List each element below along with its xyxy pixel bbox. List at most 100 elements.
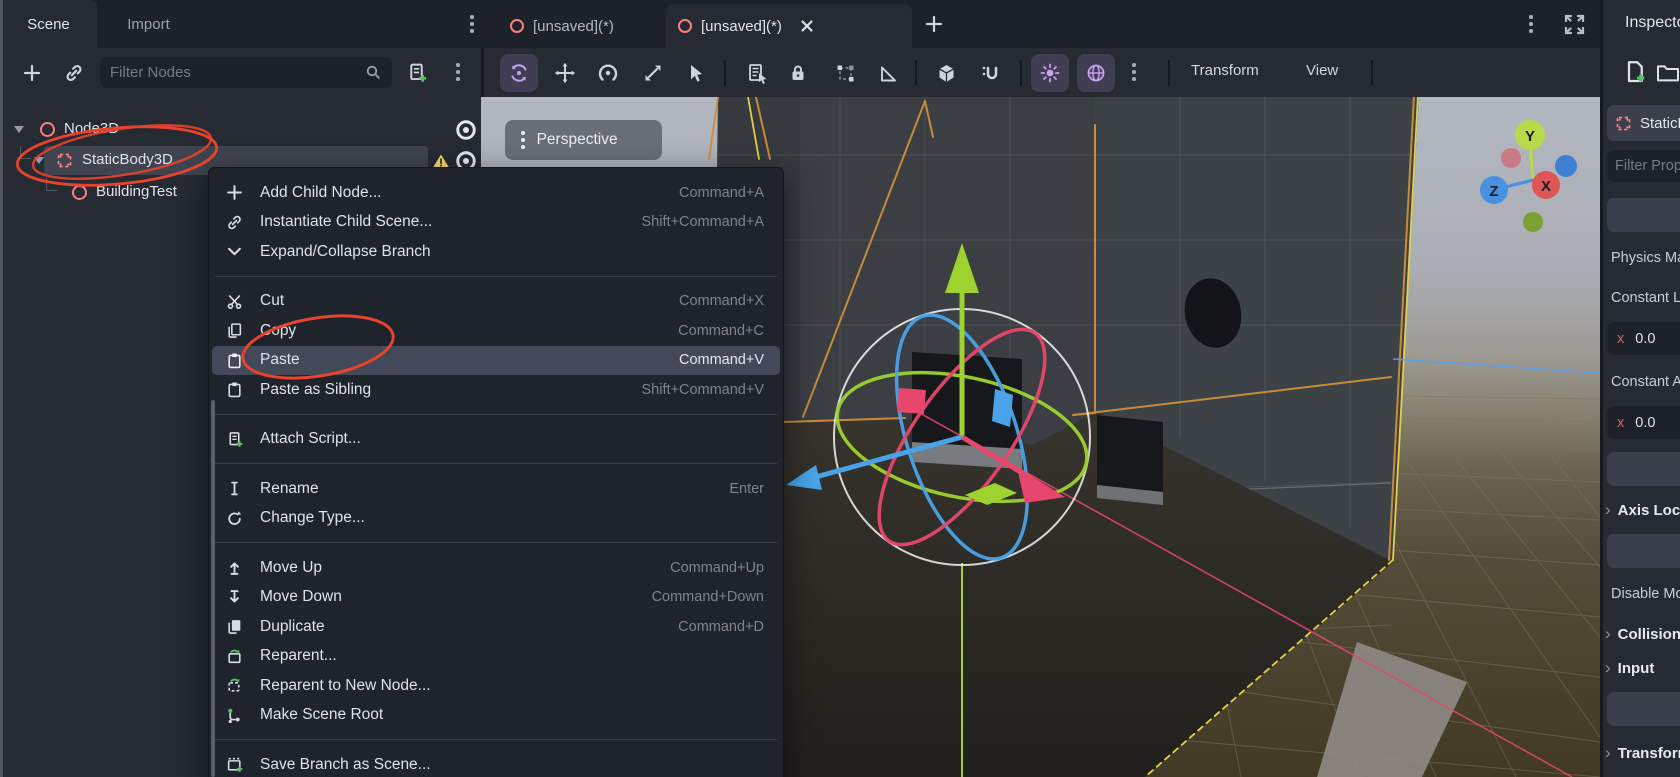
menu-item-add-child-node[interactable]: Add Child Node...Command+A bbox=[212, 178, 780, 208]
new-resource-icon[interactable] bbox=[1623, 60, 1647, 84]
scene-tab-1[interactable]: [unsaved](*) bbox=[498, 4, 626, 48]
menu-item-paste-as-sibling[interactable]: Paste as SiblingShift+Command+V bbox=[212, 375, 780, 405]
tree-row-node3d[interactable]: Node3D bbox=[0, 115, 481, 145]
menu-item-instantiate-child-scene[interactable]: Instantiate Child Scene...Shift+Command+… bbox=[212, 208, 780, 238]
inspector-panel: Inspector StaticBody3D Physics Material … bbox=[1600, 0, 1680, 777]
chevron-right-icon: › bbox=[1605, 743, 1611, 762]
menu-item-cut[interactable]: CutCommand+X bbox=[212, 287, 780, 317]
group-transform[interactable]: ›Transform bbox=[1605, 743, 1680, 763]
move-tool-icon bbox=[554, 62, 576, 84]
lock-button[interactable] bbox=[779, 54, 817, 92]
menu-separator bbox=[215, 739, 777, 740]
viewport-more-icon[interactable] bbox=[1132, 63, 1136, 81]
magnet-icon bbox=[980, 62, 1002, 84]
local-space-button[interactable] bbox=[927, 54, 965, 92]
menu-separator bbox=[215, 463, 777, 464]
scene-dock-toolbar bbox=[0, 48, 481, 97]
scale-tool-icon bbox=[642, 62, 664, 84]
menu-item-copy[interactable]: CopyCommand+C bbox=[212, 316, 780, 346]
chevron-down-icon[interactable] bbox=[34, 157, 44, 164]
menu-item-reparent[interactable]: Reparent... bbox=[212, 642, 780, 672]
scale-tool-button[interactable] bbox=[634, 54, 672, 92]
new-tab-icon[interactable] bbox=[924, 14, 944, 34]
visibility-eye-icon[interactable] bbox=[455, 119, 477, 141]
select-tool-button[interactable] bbox=[677, 54, 715, 92]
group-collision[interactable]: ›Collision bbox=[1605, 624, 1680, 644]
menu-item-change-type[interactable]: Change Type... bbox=[212, 504, 780, 534]
menu-item-move-up[interactable]: Move UpCommand+Up bbox=[212, 553, 780, 583]
tree-node-label: StaticBody3D bbox=[82, 151, 173, 168]
rotate-mode-button[interactable] bbox=[589, 54, 627, 92]
attach-script-toolbar-icon[interactable] bbox=[406, 62, 427, 83]
group-axis-lock[interactable]: ›Axis Lock bbox=[1605, 500, 1680, 520]
property-constant-linear-velocity: Constant Linear Velocity bbox=[1611, 290, 1680, 306]
load-resource-folder-icon[interactable] bbox=[1656, 62, 1680, 84]
perspective-button[interactable]: Perspective bbox=[505, 120, 662, 160]
chevron-right-icon: › bbox=[1605, 500, 1611, 519]
filter-properties-input[interactable] bbox=[1615, 158, 1680, 174]
preview-sunlight-button[interactable] bbox=[1031, 54, 1069, 92]
transform-menu[interactable]: Transform bbox=[1191, 62, 1259, 79]
cursor-icon bbox=[686, 63, 706, 83]
scene-tab-2-label: [unsaved](*) bbox=[701, 18, 782, 35]
scrollbar[interactable] bbox=[211, 400, 215, 777]
axis-ball-neg-y[interactable] bbox=[1523, 212, 1543, 232]
list-select-button[interactable] bbox=[739, 54, 777, 92]
axis-ball-neg-x[interactable] bbox=[1501, 148, 1521, 168]
group-input[interactable]: ›Input bbox=[1605, 658, 1654, 678]
preview-environment-button[interactable] bbox=[1077, 54, 1115, 92]
chevron-down-icon[interactable] bbox=[14, 126, 24, 133]
inspector-button-bar[interactable] bbox=[1607, 452, 1680, 486]
menu-item-reparent-to-new-node[interactable]: Reparent to New Node... bbox=[212, 671, 780, 701]
inspector-button-bar[interactable] bbox=[1607, 198, 1680, 232]
tree-node-label: Node3D bbox=[64, 120, 119, 137]
menu-item-make-scene-root[interactable]: Make Scene Root bbox=[212, 701, 780, 731]
tab-import[interactable]: Import bbox=[97, 0, 200, 48]
snap-button[interactable] bbox=[972, 54, 1010, 92]
chevron-right-icon: › bbox=[1605, 624, 1611, 643]
rotate-tool-button[interactable] bbox=[500, 54, 538, 92]
close-icon[interactable] bbox=[799, 18, 815, 34]
menu-item-attach-script[interactable]: Attach Script... bbox=[212, 425, 780, 455]
fullscreen-icon[interactable] bbox=[1563, 13, 1586, 36]
add-node-icon[interactable] bbox=[22, 63, 42, 83]
group-button[interactable] bbox=[826, 54, 864, 92]
ruler-button[interactable] bbox=[869, 54, 907, 92]
inspector-node-button[interactable]: StaticBody3D bbox=[1607, 105, 1680, 141]
tab-scene[interactable]: Scene bbox=[0, 0, 97, 48]
vector-x-field[interactable]: x 0.0 bbox=[1607, 322, 1680, 355]
inspector-button-bar[interactable] bbox=[1607, 534, 1680, 568]
spatial-toolbar: Transform View bbox=[481, 48, 1600, 97]
topbar: Scene Import [unsaved](*) [unsaved](*) bbox=[0, 0, 1680, 48]
duplicate-icon bbox=[226, 618, 246, 636]
gizmo-plane-z[interactable] bbox=[992, 389, 1013, 427]
property-constant-angular-velocity: Constant Angular Velocity bbox=[1611, 374, 1680, 390]
filter-nodes-input[interactable] bbox=[110, 64, 365, 81]
menu-item-move-down[interactable]: Move DownCommand+Down bbox=[212, 583, 780, 613]
axis-ball-neg-z[interactable] bbox=[1555, 155, 1577, 177]
menu-item-paste[interactable]: PasteCommand+V bbox=[212, 346, 780, 376]
move-down-icon bbox=[226, 588, 246, 606]
vector-x-value: 0.0 bbox=[1635, 331, 1655, 347]
scene-tab-2[interactable]: [unsaved](*) bbox=[666, 4, 912, 48]
inspector-button-bar[interactable] bbox=[1607, 692, 1680, 726]
menu-item-expand-collapse-branch[interactable]: Expand/Collapse Branch bbox=[212, 237, 780, 267]
perspective-label: Perspective bbox=[537, 131, 618, 149]
move-tool-button[interactable] bbox=[546, 54, 584, 92]
menu-item-save-branch-as-scene[interactable]: Save Branch as Scene... bbox=[212, 750, 780, 777]
make-scene-root-icon bbox=[226, 706, 246, 724]
menu-item-rename[interactable]: RenameEnter bbox=[212, 474, 780, 504]
instantiate-scene-icon[interactable] bbox=[64, 63, 84, 83]
gizmo-plane-x[interactable] bbox=[897, 388, 926, 414]
topbar-more-icon[interactable] bbox=[1529, 15, 1533, 33]
rotate-mode-icon bbox=[597, 62, 619, 84]
tab-scene-label: Scene bbox=[27, 16, 70, 33]
dock-more-icon[interactable] bbox=[470, 15, 474, 33]
vector-x-field[interactable]: x 0.0 bbox=[1607, 406, 1680, 439]
vector-x-tag: x bbox=[1617, 415, 1624, 431]
scene-dock-more-icon[interactable] bbox=[456, 63, 460, 81]
menu-item-duplicate[interactable]: DuplicateCommand+D bbox=[212, 612, 780, 642]
scene-instance-icon bbox=[72, 185, 87, 200]
scene-tab-1-label: [unsaved](*) bbox=[533, 18, 614, 35]
view-menu[interactable]: View bbox=[1306, 62, 1338, 79]
